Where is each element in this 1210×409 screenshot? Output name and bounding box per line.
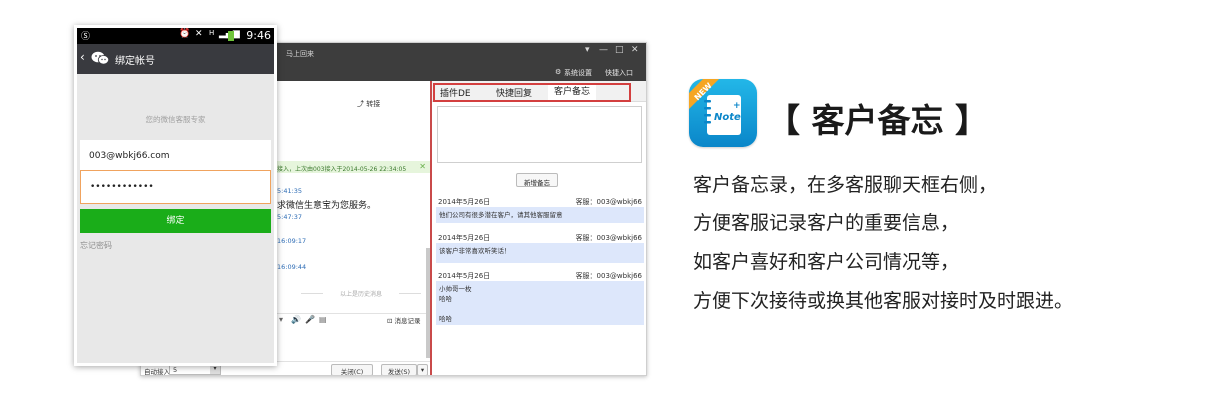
menu-dropdown-icon[interactable]: ▾ [585,45,590,55]
input-toolbar: ▾ 🔊 🎤 ▤ ⊡ 消息记录 [277,313,430,325]
alarm-icon: ⏰ [179,29,191,39]
promo-stage: 马上回来 ▾ — □ ✕ ⚙ 系统设置 快捷入口 ⤴ 转接 接入，上次由003接… [0,0,1210,409]
notification-icon: Ⓢ [81,32,91,42]
system-settings-button[interactable]: 系统设置 [564,68,592,78]
close-icon[interactable]: ✕ [631,45,639,55]
memo-agent: 客服：003@wbkj66 [575,272,642,280]
back-arrow-icon[interactable]: ‹ [80,50,85,64]
icon-note-text: Note [714,112,741,123]
memo-tab-strip: 插件DE 快捷回复 客户备忘 [432,81,646,102]
account-field[interactable]: 003@wbkj66.com [80,140,271,174]
status-time: 9:46 [246,29,271,42]
send-button[interactable]: 发送(S) [381,364,417,375]
memo-entry: 2014年5月26日 客服：003@wbkj66 该客户非常喜欢听笑话！ [432,231,646,263]
memo-body: 该客户非常喜欢听笑话！ [436,243,644,263]
history-separator: 以上是历史消息 [301,289,421,298]
memo-input[interactable] [437,106,642,163]
document-icon[interactable]: ▤ [319,315,327,324]
chat-timestamp: 5:41:35 [277,187,303,195]
memo-line: 小帅哥一枚 [439,285,472,293]
close-notice-icon[interactable]: ✕ [419,162,426,171]
memo-date: 2014年5月26日 [438,234,491,242]
battery-icon [228,31,234,41]
tab-highlight-box [433,83,631,102]
note-app-icon: Note + NEW [689,79,757,147]
memo-date: 2014年5月26日 [438,198,491,206]
password-field[interactable]: •••••••••••• [80,170,271,204]
memo-entry: 2014年5月26日 客服：003@wbkj66 小帅哥一枚 哈哈 哈哈 [432,269,646,325]
memo-body: 他们公司有很多潜在客户，请其他客服留意 [436,207,644,223]
transfer-button[interactable]: ⤴ 转接 [357,99,380,109]
memo-panel: 插件DE 快捷回复 客户备忘 新增备忘 2014年5月26日 客服：003@wb… [432,81,646,375]
chat-notice-text: 接入，上次由003接入于2014-05-26 22:34:05 [277,166,407,173]
memo-entry-header: 2014年5月26日 客服：003@wbkj66 [432,195,646,207]
header-title: 绑定帐号 [115,56,155,67]
memo-agent: 客服：003@wbkj66 [575,198,642,206]
memo-line: 该客户非常喜欢听笑话！ [439,247,511,255]
minimize-icon[interactable]: — [599,45,608,55]
feature-title: 【 客户备忘 】 [767,101,988,140]
svg-text:+: + [733,101,741,111]
memo-line: 哈哈 [439,295,452,303]
message-record-button[interactable]: ⊡ 消息记录 [387,315,421,325]
app-header: ‹ 绑定帐号 [77,44,274,74]
transfer-icon: ⤴ [357,100,367,108]
transfer-label: 转接 [366,100,381,108]
bind-button[interactable]: 绑定 [80,209,271,233]
quick-entry-button[interactable]: 快捷入口 [605,68,633,78]
close-button[interactable]: 关闭(C) [331,364,373,375]
description-line: 方便客服记录客户的重要信息， [693,212,960,234]
memo-entry: 2014年5月26日 客服：003@wbkj66 他们公司有很多潜在客户，请其他… [432,195,646,223]
memo-line: 他们公司有很多潜在客户，请其他客服留意 [439,211,563,219]
network-type-icon: H [209,29,215,37]
description-line: 方便下次接待或换其他客服对接时及时跟进。 [693,290,1074,312]
maximize-icon[interactable]: □ [615,45,624,55]
memo-body: 小帅哥一枚 哈哈 哈哈 [436,281,644,325]
wechat-logo-icon [91,51,109,65]
description-line: 客户备忘录，在多客服聊天框右侧， [693,174,998,196]
voice-icon[interactable]: 🔊 [291,315,301,324]
window-title: 马上回来 [286,50,314,58]
memo-date: 2014年5月26日 [438,272,491,280]
auto-accept-value: 5 [173,366,178,374]
gear-icon[interactable]: ⚙ [555,68,561,76]
tagline: 您的微信客服专家 [145,115,206,124]
auto-accept-label: 自动接入 [144,368,170,376]
description-line: 如客户喜好和客户公司情况等， [693,251,960,273]
microphone-icon[interactable]: 🎤 [305,315,315,324]
memo-agent: 客服：003@wbkj66 [575,234,642,242]
status-bar: Ⓢ ⏰ ✕ H ▂▄▆ 9:46 [77,28,274,44]
memo-entry-header: 2014年5月26日 客服：003@wbkj66 [432,269,646,281]
memo-entry-header: 2014年5月26日 客服：003@wbkj66 [432,231,646,243]
memo-line: 哈哈 [439,315,452,323]
memo-line [439,304,641,314]
forgot-password-link[interactable]: 忘记密码 [80,240,112,251]
signal-icon: ✕ [195,29,203,39]
chevron-down-icon: ▾ [210,365,220,374]
notebook-icon: Note + NEW [689,79,741,135]
send-options-icon[interactable]: ▾ [417,364,428,375]
chat-message: 求微信生意宝为您服务。 [277,201,377,211]
phone-screen: Ⓢ ⏰ ✕ H ▂▄▆ 9:46 ‹ 绑定帐号 您的微信客服专家 003@wbk… [74,25,277,366]
message-record-label: 消息记录 [394,317,421,325]
chat-timestamp: 16:09:44 [277,263,307,271]
chat-timestamp: 16:09:17 [277,237,307,245]
dropdown-icon[interactable]: ▾ [279,315,283,324]
chat-timestamp: 5:47:37 [277,213,303,221]
add-memo-button[interactable]: 新增备忘 [516,173,558,187]
